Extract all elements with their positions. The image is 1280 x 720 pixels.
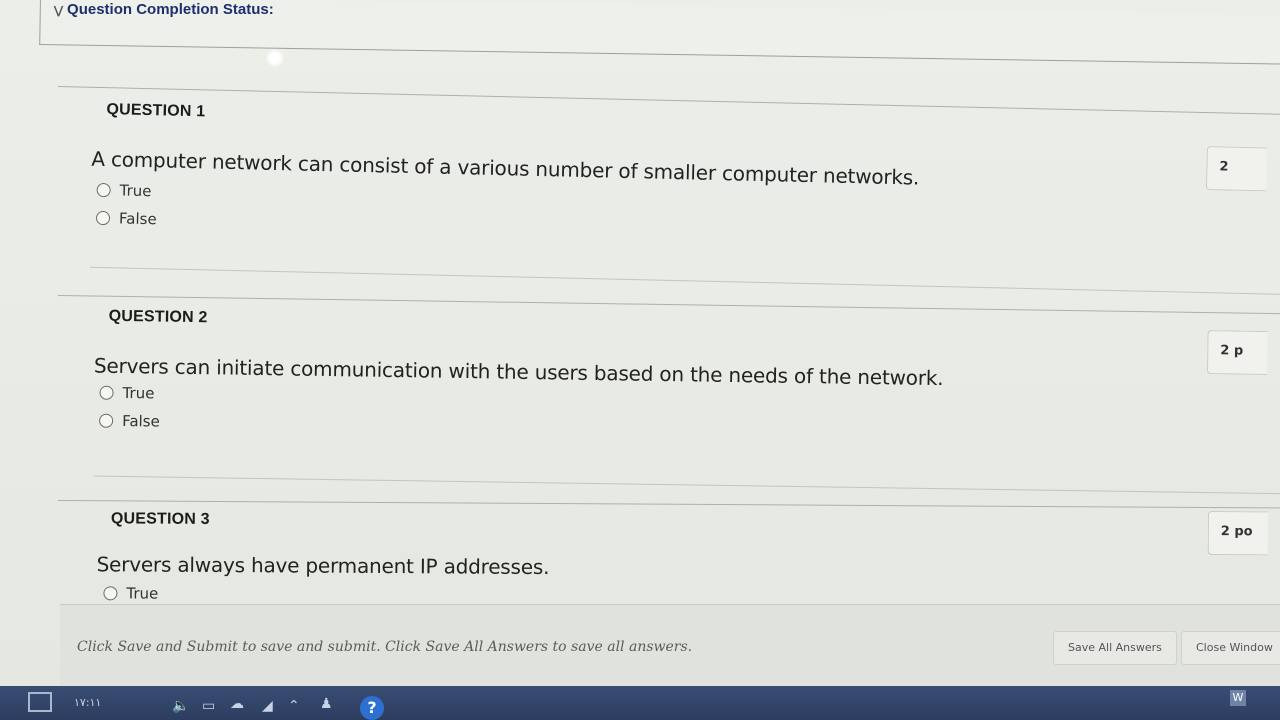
quiz-page: ⋁ Question Completion Status: QUESTION 1 … [0,0,1280,687]
question-3: QUESTION 3 2 po Servers always have perm… [57,500,1280,612]
word-icon[interactable]: W [1230,690,1246,706]
battery-icon[interactable]: ▭ [202,698,215,714]
option-label: True [122,383,155,403]
question-bottom-line [93,475,1280,495]
volume-icon[interactable]: 🔈 [172,698,189,714]
option-label: False [122,411,160,431]
question-points: 2 p [1206,330,1268,375]
option-true[interactable]: True [103,584,159,603]
question-1: QUESTION 1 2 A computer network can cons… [53,86,1280,324]
submit-instructions: Click Save and Submit to save and submit… [77,639,693,655]
question-bottom-line [89,266,1280,295]
question-text: Servers can initiate communication with … [93,353,944,391]
question-divider [57,86,1280,116]
chevron-up-icon[interactable]: ⌃ [288,698,300,714]
completion-status-toggle[interactable]: ⋁ Question Completion Status: [54,1,274,18]
option-false[interactable]: False [95,209,157,229]
option-true[interactable]: True [99,383,155,403]
save-all-answers-button[interactable]: Save All Answers [1053,631,1177,665]
taskbar: ۱۷:۱۱ 🔈 ▭ ☁ ◢ ⌃ ♟ ? W [0,686,1280,720]
people-icon[interactable]: ♟ [320,696,333,712]
desktop-icon[interactable] [28,692,52,712]
question-heading: QUESTION 1 [106,101,206,121]
close-window-button[interactable]: Close Window [1181,631,1280,665]
radio-button[interactable] [99,413,114,428]
taskbar-clock: ۱۷:۱۱ [74,696,102,709]
cloud-icon[interactable]: ☁ [230,696,244,712]
question-2: QUESTION 2 2 p Servers can initiate comm… [55,295,1280,518]
chevron-down-icon: ⋁ [54,5,64,17]
option-label: True [126,584,159,603]
question-points: 2 [1205,146,1267,192]
question-text: Servers always have permanent IP address… [96,552,550,580]
question-text: A computer network can consist of a vari… [91,146,920,190]
radio-button[interactable] [96,182,111,198]
question-points: 2 po [1207,511,1268,556]
option-label: True [119,181,152,201]
radio-button[interactable] [103,586,118,601]
screen-glare [265,48,285,68]
radio-button[interactable] [99,385,114,400]
option-true[interactable]: True [96,181,152,201]
completion-status-title: Question Completion Status: [67,1,274,18]
question-heading: QUESTION 2 [108,307,208,327]
wifi-icon[interactable]: ◢ [262,698,273,714]
option-label: False [118,209,157,229]
option-false[interactable]: False [99,412,160,431]
radio-button[interactable] [95,210,111,226]
help-icon[interactable]: ? [360,696,384,720]
submit-bar: Click Save and Submit to save and submit… [60,604,1280,687]
question-heading: QUESTION 3 [110,510,210,528]
